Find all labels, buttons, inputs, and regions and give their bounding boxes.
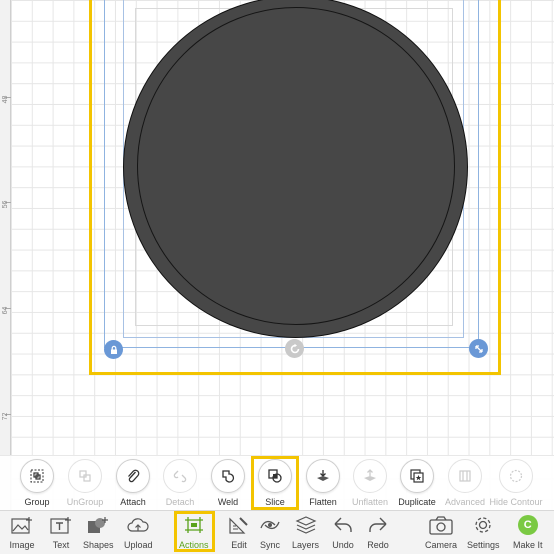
flatten-label: Flatten — [309, 497, 337, 507]
redo-icon — [365, 514, 391, 536]
attach-label: Attach — [120, 497, 146, 507]
ruler-label-64: 64 — [2, 306, 9, 315]
ruler-label-48: 48 — [2, 95, 9, 104]
unflatten-icon — [364, 469, 376, 481]
detach-label: Detach — [165, 497, 195, 507]
tool-text[interactable]: Text — [48, 514, 74, 554]
detach-action[interactable]: Detach — [155, 459, 205, 511]
tool-text-label: Text — [52, 540, 70, 550]
tool-shapes-label: Shapes — [83, 540, 114, 550]
tool-settings-label: Settings — [467, 540, 500, 550]
advanced-icon — [459, 470, 471, 482]
tool-camera[interactable]: Camera — [425, 514, 457, 554]
weld-label: Weld — [217, 497, 239, 507]
ungroup-action[interactable]: UnGroup — [60, 459, 110, 511]
ungroup-disc — [68, 459, 102, 493]
edit-ruler-icon — [226, 514, 252, 536]
group-disc — [20, 459, 54, 493]
tool-shapes[interactable]: Shapes — [83, 514, 114, 554]
group-action[interactable]: Group — [12, 459, 62, 511]
weld-action[interactable]: Weld — [203, 459, 253, 511]
tool-image[interactable]: Image — [9, 514, 35, 554]
duplicate-disc — [400, 459, 434, 493]
flatten-disc — [306, 459, 340, 493]
duplicate-label: Duplicate — [398, 497, 436, 507]
ruler-label-72: 72 — [2, 412, 9, 421]
layers-icon — [293, 514, 319, 536]
slice-highlight-frame — [251, 456, 299, 510]
dashed-circle-icon — [509, 469, 523, 483]
group-label: Group — [24, 497, 50, 507]
make-it-icon-wrap: C — [515, 514, 541, 536]
tool-make-it[interactable]: C Make It — [513, 514, 543, 554]
tool-layers[interactable]: Layers — [292, 514, 319, 554]
attach-disc — [116, 459, 150, 493]
shapes-icon — [85, 514, 111, 536]
design-canvas[interactable]: 48 56 64 72 — [0, 0, 554, 510]
group-icon — [30, 469, 44, 483]
advanced-action[interactable]: Advanced — [440, 459, 490, 511]
tool-sync-label: Sync — [259, 540, 280, 550]
tool-layers-label: Layers — [292, 540, 320, 550]
flatten-action[interactable]: Flatten — [298, 459, 348, 511]
duplicate-icon — [410, 469, 424, 483]
tool-edit-label: Edit — [231, 540, 247, 550]
tool-sync[interactable]: Sync — [257, 514, 283, 554]
hide-contour-label: Hide Contour — [489, 497, 543, 507]
camera-icon — [428, 514, 454, 536]
bottom-toolbar: Image Text Shapes Upload Actions Edit Sy… — [0, 510, 554, 554]
tool-redo-label: Redo — [367, 540, 389, 550]
weld-disc — [211, 459, 245, 493]
text-icon — [48, 514, 74, 536]
vertical-ruler: 48 56 64 72 — [0, 0, 11, 510]
tool-settings[interactable]: Settings — [467, 514, 500, 554]
ungroup-icon — [79, 470, 91, 482]
advanced-disc — [448, 459, 482, 493]
gear-icon — [470, 514, 496, 536]
upload-cloud-icon — [125, 514, 151, 536]
unflatten-action[interactable]: Unflatten — [345, 459, 395, 511]
undo-icon — [330, 514, 356, 536]
tool-edit[interactable]: Edit — [226, 514, 252, 554]
image-icon — [9, 514, 35, 536]
tool-upload[interactable]: Upload — [124, 514, 153, 554]
make-it-icon: C — [517, 515, 538, 535]
hide-contour-disc — [499, 459, 533, 493]
duplicate-action[interactable]: Duplicate — [392, 459, 442, 511]
tool-image-label: Image — [9, 540, 35, 550]
tool-redo[interactable]: Redo — [365, 514, 391, 554]
paperclip-icon — [128, 469, 140, 483]
actions-highlight-frame — [174, 511, 215, 552]
selection-highlight-frame — [89, 0, 501, 375]
detach-disc — [163, 459, 197, 493]
flatten-icon — [317, 470, 329, 481]
tool-camera-label: Camera — [425, 540, 458, 550]
unflatten-label: Unflatten — [351, 497, 389, 507]
sync-icon — [257, 514, 283, 536]
ruler-label-56: 56 — [2, 200, 9, 209]
attach-action[interactable]: Attach — [108, 459, 158, 511]
unflatten-disc — [353, 459, 387, 493]
broken-paperclip-icon — [173, 470, 187, 483]
advanced-label: Advanced — [444, 497, 486, 507]
ungroup-label: UnGroup — [66, 497, 104, 507]
hide-contour-action[interactable]: Hide Contour — [489, 459, 543, 511]
tool-undo-label: Undo — [332, 540, 354, 550]
weld-icon — [222, 470, 235, 483]
tool-undo[interactable]: Undo — [330, 514, 356, 554]
tool-upload-label: Upload — [124, 540, 153, 550]
tool-make-it-label: Make It — [513, 540, 543, 550]
